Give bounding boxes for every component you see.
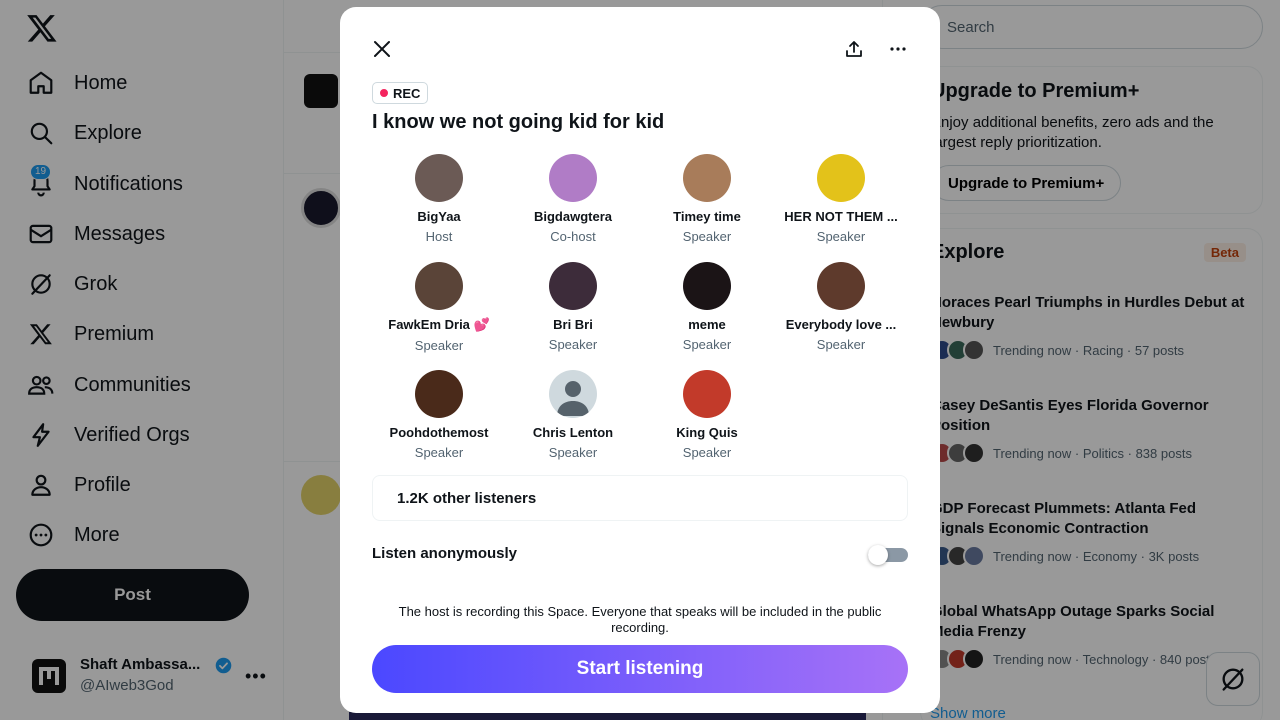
speaker-avatar [549, 154, 597, 202]
speaker-role: Host [425, 229, 453, 244]
speaker-name: FawkEm Dria 💕 [388, 317, 490, 332]
speaker-role: Speaker [548, 337, 598, 352]
speaker-role: Speaker [816, 229, 866, 244]
speaker-tile[interactable]: Timey time Speaker [640, 154, 774, 244]
speaker-name: Chris Lenton [532, 425, 614, 440]
speaker-avatar [415, 154, 463, 202]
speaker-tile[interactable]: Bigdawgtera Co-host [506, 154, 640, 244]
speaker-tile[interactable]: Chris Lenton Speaker [506, 370, 640, 460]
speaker-avatar [549, 370, 597, 418]
speaker-tile[interactable]: King Quis Speaker [640, 370, 774, 460]
more-options-button[interactable] [882, 33, 914, 65]
speaker-tile[interactable]: FawkEm Dria 💕 Speaker [372, 262, 506, 353]
speaker-name: Poohdothemost [389, 425, 489, 440]
speaker-avatar [683, 370, 731, 418]
speaker-tile[interactable]: HER NOT THEM ... Speaker [774, 154, 908, 244]
rec-label: REC [393, 85, 421, 101]
share-icon [844, 39, 864, 59]
speaker-avatar [549, 262, 597, 310]
recording-badge: REC [372, 82, 429, 104]
speaker-avatar [683, 154, 731, 202]
speaker-role: Speaker [414, 445, 464, 460]
space-dialog: REC I know we not going kid for kid BigY… [340, 7, 940, 713]
speaker-name: Timey time [673, 209, 741, 224]
share-button[interactable] [838, 33, 870, 65]
rec-dot-icon [380, 89, 388, 97]
close-button[interactable] [366, 33, 398, 65]
close-icon [372, 39, 392, 59]
speaker-role: Speaker [682, 445, 732, 460]
speaker-role: Speaker [414, 338, 464, 353]
speaker-name: meme [688, 317, 726, 332]
speaker-tile[interactable]: meme Speaker [640, 262, 774, 352]
speaker-name: Bri Bri [553, 317, 593, 332]
speaker-tile[interactable]: Bri Bri Speaker [506, 262, 640, 352]
speaker-avatar [415, 370, 463, 418]
speaker-name: King Quis [676, 425, 738, 440]
recording-notice: The host is recording this Space. Everyo… [398, 604, 882, 635]
speaker-role: Co-host [550, 229, 596, 244]
more-icon [888, 39, 908, 59]
speaker-avatar [415, 262, 463, 310]
speaker-avatar [817, 262, 865, 310]
speaker-avatar [817, 154, 865, 202]
speaker-role: Speaker [548, 445, 598, 460]
speaker-name: BigYaa [417, 209, 461, 224]
start-listening-button[interactable]: Start listening [372, 645, 908, 693]
speaker-avatar [683, 262, 731, 310]
speaker-tile[interactable]: BigYaa Host [372, 154, 506, 244]
speaker-role: Speaker [682, 337, 732, 352]
speaker-tile[interactable]: Everybody love ... Speaker [774, 262, 908, 352]
speaker-role: Speaker [816, 337, 866, 352]
toggle-knob [868, 545, 888, 565]
listen-anonymously-toggle[interactable] [868, 545, 908, 565]
listen-anonymously-label: Listen anonymously [372, 545, 518, 562]
listeners-count[interactable]: 1.2K other listeners [372, 475, 908, 521]
speaker-name: HER NOT THEM ... [784, 209, 898, 224]
speaker-tile[interactable]: Poohdothemost Speaker [372, 370, 506, 460]
speaker-role: Speaker [682, 229, 732, 244]
speaker-name: Everybody love ... [785, 317, 897, 332]
speaker-name: Bigdawgtera [533, 209, 612, 224]
space-title: I know we not going kid for kid [372, 111, 665, 133]
